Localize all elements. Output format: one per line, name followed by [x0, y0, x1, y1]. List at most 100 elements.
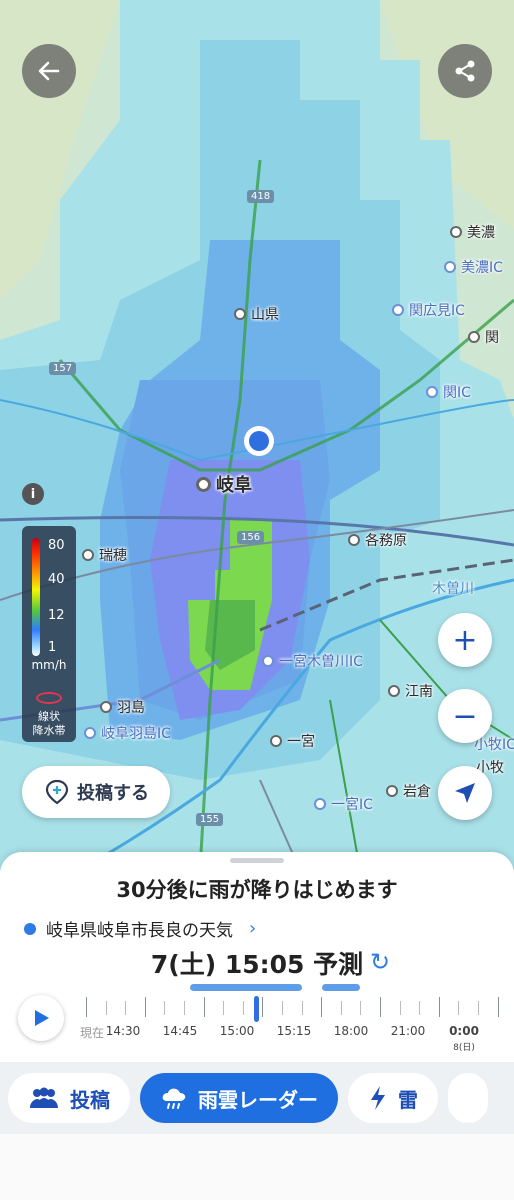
tab-posts[interactable]: 投稿 [8, 1073, 130, 1123]
zoom-in-button[interactable]: + [438, 613, 492, 667]
forecast-time: 7(土) 15:05 予測 [150, 950, 364, 979]
forecast-sheet: 30分後に雨が降りはじめます 岐阜県岐阜市長良の天気 › 7(土) 15:05 … [0, 852, 514, 1062]
place-label: 美濃IC [461, 260, 503, 276]
place-marker[interactable]: 一宮 [270, 731, 315, 751]
bottom-area [0, 1134, 514, 1200]
timeline-label: 18:00 [333, 1024, 369, 1038]
share-icon [455, 60, 475, 82]
timeline-tick [203, 997, 205, 1017]
place-label: 一宮IC [331, 797, 373, 813]
legend-tick: 1 [48, 640, 57, 655]
place-dot-icon [234, 308, 246, 320]
timeline-cursor[interactable] [254, 996, 259, 1022]
place-marker[interactable]: 一宮木曽川IC [262, 651, 363, 671]
radar-map[interactable]: 418 157 156 155 美濃 美濃IC 関広見IC 関 関IC 山県 岐… [0, 0, 514, 870]
place-label: 岐阜羽島IC [101, 726, 171, 742]
share-button[interactable] [438, 44, 492, 98]
place-marker[interactable]: 美濃 [450, 222, 495, 242]
place-dot-icon [100, 701, 112, 713]
legend-tick: 40 [48, 572, 65, 587]
place-marker[interactable]: 岐阜 [196, 471, 252, 497]
sheet-handle[interactable] [230, 858, 284, 863]
place-marker[interactable]: 一宮IC [314, 794, 373, 814]
place-marker[interactable]: 関 [468, 327, 499, 347]
timeline-label: 14:30 [105, 1024, 141, 1038]
place-marker[interactable]: 岐阜羽島IC [84, 723, 171, 743]
place-marker[interactable]: 関広見IC [392, 300, 465, 320]
timeline-tick [262, 997, 264, 1017]
place-label: 山県 [251, 307, 279, 323]
place-dot-icon [262, 655, 274, 667]
place-marker[interactable]: 瑞穂 [82, 545, 127, 565]
place-dot-icon [386, 785, 398, 797]
place-label: 関広見IC [409, 303, 465, 319]
refresh-icon[interactable]: ↻ [370, 948, 390, 976]
place-dot-icon [348, 534, 360, 546]
place-label: 岐阜 [216, 475, 252, 496]
place-marker[interactable]: 岩倉 [386, 781, 431, 801]
road-shield-155: 155 [196, 813, 224, 826]
post-pin-icon [45, 779, 69, 805]
tab-label: 雨雲レーダー [198, 1087, 318, 1112]
locate-button[interactable] [438, 766, 492, 820]
location-link[interactable]: 岐阜県岐阜市長良の天気 › [24, 916, 256, 941]
play-button[interactable] [18, 995, 64, 1041]
place-marker[interactable]: 関IC [426, 382, 471, 402]
place-label: 各務原 [365, 533, 407, 549]
post-button-label: 投稿する [77, 783, 149, 804]
timeline-tick [125, 1001, 127, 1015]
place-label: 江南 [405, 684, 433, 700]
legend-tick: 12 [48, 608, 65, 623]
timeline-slider[interactable]: 現在 14:30 14:45 15:00 15:15 18:00 21:00 0:00 8(日) [79, 992, 514, 1053]
timeline-segment [322, 984, 360, 991]
tab-label: 雷 [398, 1087, 418, 1112]
legend-band-label: 線状 降水帯 [32, 710, 66, 737]
timeline-tick [301, 1001, 303, 1015]
timeline-tick [321, 997, 323, 1017]
timeline-tick [184, 1001, 185, 1015]
timeline-sublabel: 8(日) [453, 1043, 475, 1053]
place-marker[interactable]: 江南 [388, 681, 433, 701]
timeline-tick [438, 997, 440, 1017]
zoom-out-button[interactable]: − [438, 689, 492, 743]
place-marker[interactable]: 山県 [234, 304, 279, 324]
rain-legend[interactable]: 80 40 12 1 mm/h 線状 降水帯 [22, 526, 76, 742]
place-dot-icon [82, 549, 94, 561]
post-button[interactable]: 投稿する [22, 766, 170, 818]
timeline-tick [282, 1001, 283, 1015]
location-dot-icon [24, 922, 36, 935]
legend-color-bar [32, 538, 40, 656]
timeline-segment [190, 984, 302, 991]
legend-info-icon[interactable]: i [22, 483, 44, 505]
place-dot-icon [270, 735, 282, 747]
place-label: 岩倉 [403, 784, 431, 800]
timeline-label: 15:15 [276, 1024, 312, 1038]
tab-rain-radar[interactable]: 雨雲レーダー [140, 1073, 338, 1123]
lightning-icon [371, 1086, 385, 1110]
timeline-tick [360, 1001, 362, 1015]
back-button[interactable] [22, 44, 76, 98]
timeline-tick [223, 1001, 225, 1015]
place-dot-icon [314, 798, 326, 810]
minus-icon: − [452, 698, 478, 734]
place-marker[interactable]: 美濃IC [444, 257, 503, 277]
legend-tick: 80 [48, 538, 65, 553]
timeline-label: 現在 [79, 1026, 105, 1040]
arrow-left-icon [38, 61, 60, 81]
timeline-tick [144, 997, 146, 1017]
place-marker[interactable]: 各務原 [348, 530, 407, 550]
timeline-tick [164, 1001, 166, 1015]
legend-unit: mm/h [31, 658, 67, 672]
tab-more-partial[interactable] [448, 1073, 488, 1123]
place-dot-icon [388, 685, 400, 697]
place-dot-icon [196, 476, 211, 492]
tab-lightning[interactable]: 雷 [348, 1073, 438, 1123]
place-label: 関IC [443, 385, 471, 401]
place-marker[interactable]: 羽島 [100, 697, 145, 717]
play-icon [35, 1010, 49, 1026]
place-label: 一宮木曽川IC [279, 654, 363, 670]
chevron-right-icon: › [249, 918, 257, 939]
place-label: 羽島 [117, 700, 145, 716]
timeline-tick [105, 1001, 107, 1015]
river-label: 木曽川 [432, 581, 474, 597]
